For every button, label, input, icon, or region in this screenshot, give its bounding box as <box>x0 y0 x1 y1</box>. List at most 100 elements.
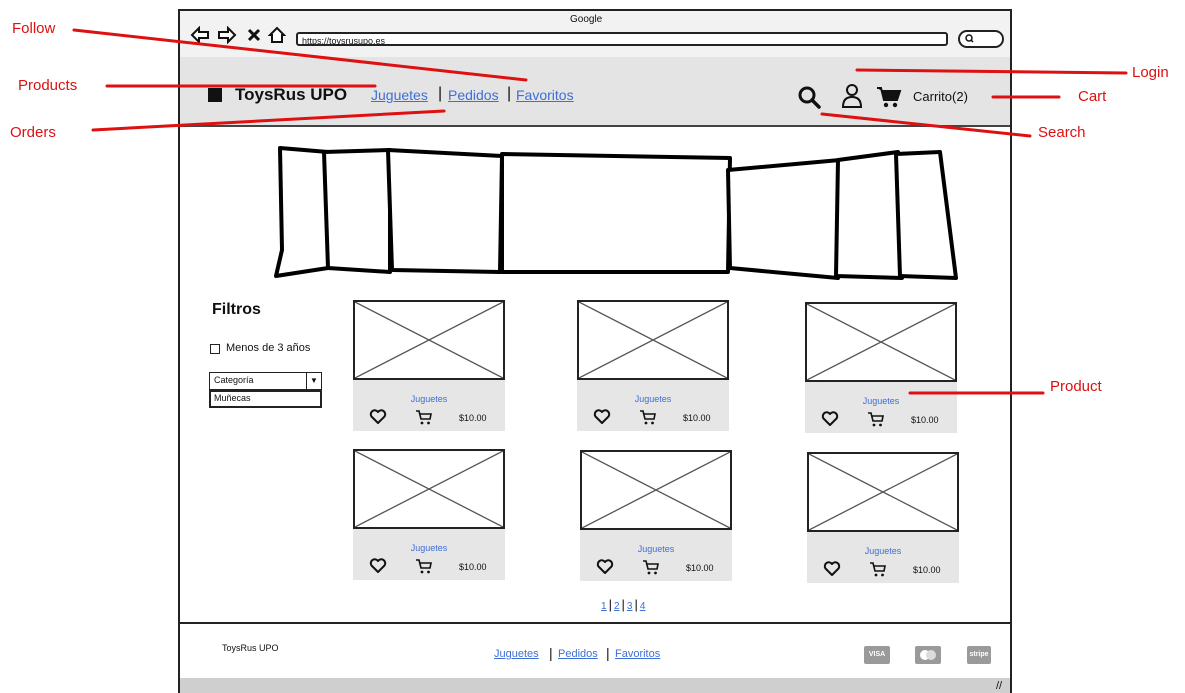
cart-icon[interactable] <box>869 560 887 578</box>
annotation-cart: Cart <box>1078 88 1107 105</box>
product-category[interactable]: Juguetes <box>580 544 732 554</box>
carousel-slide <box>894 150 958 280</box>
footer-separator: | <box>606 645 610 661</box>
product-info-panel: Juguetes $10.00 <box>807 532 959 583</box>
product-image-placeholder[interactable] <box>577 300 729 380</box>
product-category[interactable]: Juguetes <box>805 396 957 406</box>
browser-search-box[interactable] <box>958 30 1004 48</box>
product-price: $10.00 <box>459 413 487 423</box>
product-image-placeholder[interactable] <box>580 450 732 530</box>
product-card[interactable]: Juguetes $10.00 <box>807 452 959 583</box>
footer-link-favoritos[interactable]: Favoritos <box>615 648 660 660</box>
product-category[interactable]: Juguetes <box>577 394 729 404</box>
product-card[interactable]: Juguetes $10.00 <box>805 302 957 433</box>
annotation-login: Login <box>1132 64 1169 81</box>
product-price: $10.00 <box>683 413 711 423</box>
browser-status-bar <box>180 678 1010 693</box>
annotation-search: Search <box>1038 124 1086 141</box>
carousel-slide <box>834 150 904 280</box>
product-category[interactable]: Juguetes <box>807 546 959 556</box>
category-option-label: Muñecas <box>214 393 251 403</box>
carousel-slide <box>500 152 732 274</box>
url-bar[interactable]: https://toysrusupo.es <box>296 32 948 46</box>
carousel-slide <box>322 148 392 274</box>
product-price: $10.00 <box>459 562 487 572</box>
cart-icon[interactable] <box>642 558 660 576</box>
filters-title: Filtros <box>212 301 261 318</box>
footer-link-pedidos[interactable]: Pedidos <box>558 648 598 660</box>
product-card[interactable]: Juguetes $10.00 <box>580 450 732 581</box>
brand-name[interactable]: ToysRus UPO <box>235 85 347 105</box>
home-icon[interactable] <box>267 26 287 47</box>
heart-icon[interactable] <box>823 560 841 578</box>
page-link[interactable]: 3 <box>627 601 633 612</box>
heart-icon[interactable] <box>821 410 839 428</box>
carousel-slide <box>386 148 504 274</box>
heart-icon[interactable] <box>369 557 387 575</box>
heart-icon[interactable] <box>596 558 614 576</box>
cart-icon[interactable] <box>876 85 902 114</box>
heart-icon[interactable] <box>593 408 611 426</box>
annotation-products: Products <box>18 77 78 94</box>
product-price: $10.00 <box>913 565 941 575</box>
product-price: $10.00 <box>911 415 939 425</box>
age-filter-checkbox[interactable] <box>210 344 220 354</box>
search-icon <box>964 32 974 49</box>
product-category[interactable]: Juguetes <box>353 394 505 404</box>
mastercard-icon <box>915 646 941 664</box>
search-icon[interactable] <box>797 84 821 115</box>
product-info-panel: Juguetes $10.00 <box>353 380 505 431</box>
category-select[interactable]: Categoría ▼ <box>209 372 322 390</box>
product-card[interactable]: Juguetes $10.00 <box>353 300 505 431</box>
product-category[interactable]: Juguetes <box>353 543 505 553</box>
nav-separator: | <box>507 85 512 102</box>
cart-icon[interactable] <box>867 410 885 428</box>
product-price: $10.00 <box>686 563 714 573</box>
product-card[interactable]: Juguetes $10.00 <box>353 449 505 580</box>
product-image-placeholder[interactable] <box>807 452 959 532</box>
nav-link-favoritos[interactable]: Favoritos <box>516 87 574 103</box>
footer-separator: | <box>549 645 553 661</box>
page-link[interactable]: 1 <box>601 601 607 612</box>
age-filter-label[interactable]: Menos de 3 años <box>226 342 310 354</box>
nav-separator: | <box>438 85 443 102</box>
product-info-panel: Juguetes $10.00 <box>580 530 732 581</box>
hero-carousel[interactable] <box>262 140 962 280</box>
stripe-icon: stripe <box>967 646 991 664</box>
annotation-follow: Follow <box>12 20 56 37</box>
annotation-product: Product <box>1050 378 1102 395</box>
cart-icon[interactable] <box>415 557 433 575</box>
user-icon[interactable] <box>840 82 864 115</box>
product-info-panel: Juguetes $10.00 <box>805 382 957 433</box>
footer-brand: ToysRus UPO <box>222 643 279 653</box>
cart-icon[interactable] <box>639 408 657 426</box>
cart-icon[interactable] <box>415 408 433 426</box>
close-icon[interactable] <box>246 26 262 47</box>
carousel-slide <box>274 146 330 278</box>
resize-handle-icon[interactable]: // <box>996 680 1002 692</box>
product-image-placeholder[interactable] <box>805 302 957 382</box>
product-image-placeholder[interactable] <box>353 300 505 380</box>
cart-label[interactable]: Carrito(2) <box>913 89 968 104</box>
product-info-panel: Juguetes $10.00 <box>577 380 729 431</box>
chevron-down-icon[interactable]: ▼ <box>306 373 321 389</box>
logo-icon <box>208 88 222 102</box>
forward-arrow-icon[interactable] <box>217 25 237 47</box>
nav-link-pedidos[interactable]: Pedidos <box>448 87 499 103</box>
product-info-panel: Juguetes $10.00 <box>353 529 505 580</box>
category-option[interactable]: Muñecas <box>209 390 322 408</box>
browser-title: Google <box>570 14 603 25</box>
nav-link-juguetes[interactable]: Juguetes <box>371 87 428 103</box>
footer-link-juguetes[interactable]: Juguetes <box>494 648 539 660</box>
product-card[interactable]: Juguetes $10.00 <box>577 300 729 431</box>
carousel-slide <box>726 158 842 280</box>
page-link[interactable]: 4 <box>640 601 646 612</box>
pagination: 1 | 2 | 3 | 4 <box>601 597 646 612</box>
category-select-value: Categoría <box>214 375 254 385</box>
heart-icon[interactable] <box>369 408 387 426</box>
product-image-placeholder[interactable] <box>353 449 505 529</box>
visa-icon: VISA <box>864 646 890 664</box>
annotation-orders: Orders <box>10 124 56 141</box>
back-arrow-icon[interactable] <box>190 25 210 47</box>
page-link[interactable]: 2 <box>614 601 620 612</box>
